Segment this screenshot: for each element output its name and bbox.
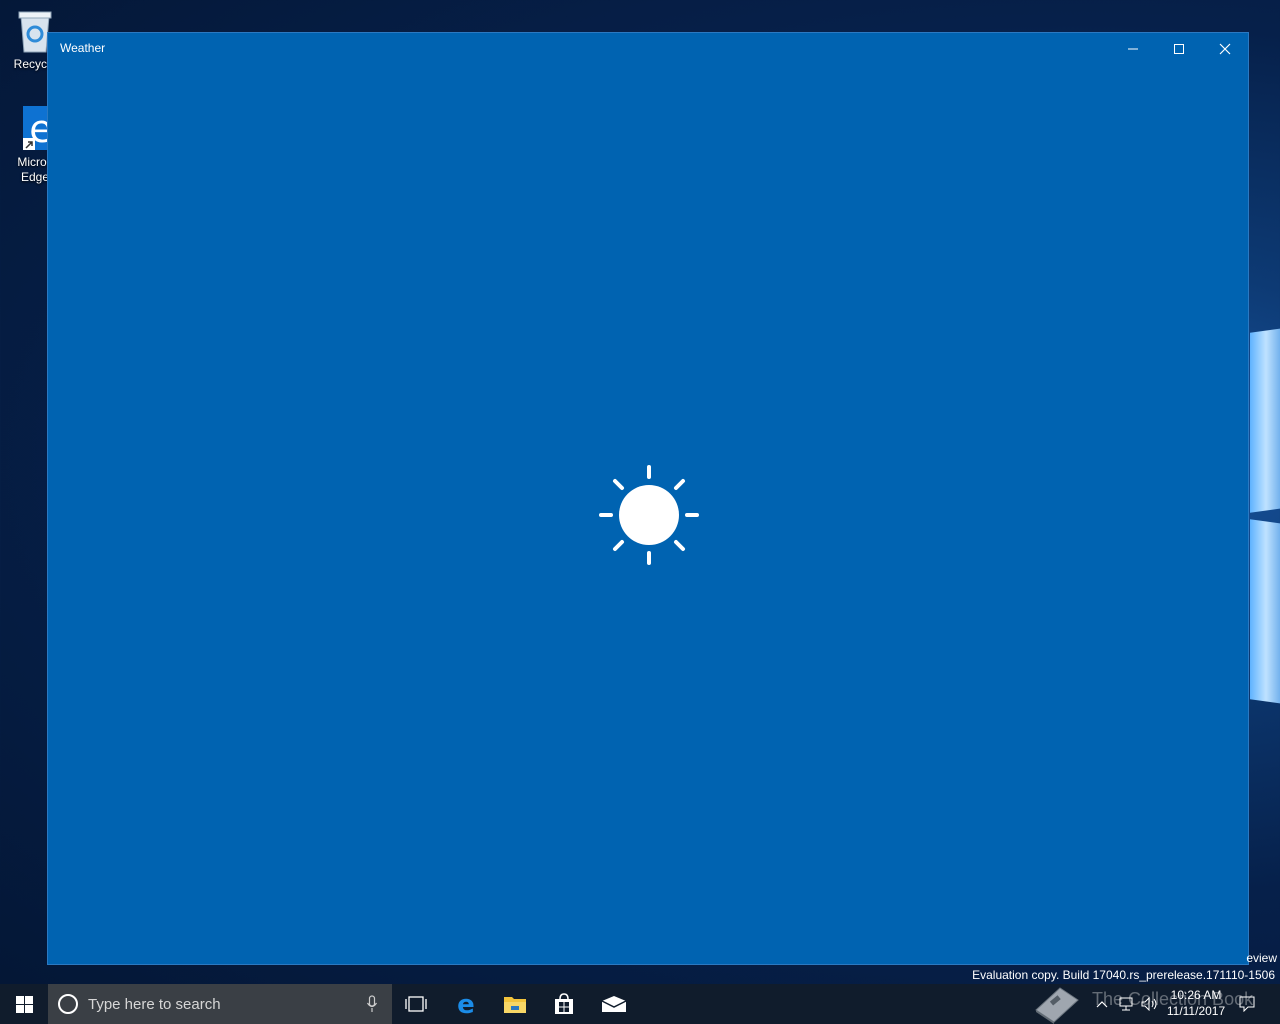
task-view-button[interactable] [392, 984, 440, 1024]
close-button[interactable] [1202, 33, 1248, 64]
weather-window: Weather [47, 32, 1249, 965]
minimize-icon [1128, 48, 1138, 49]
svg-text:e: e [457, 992, 475, 1016]
store-icon [555, 993, 573, 1014]
windows-start-icon [15, 995, 33, 1013]
start-button[interactable] [0, 984, 48, 1024]
brand-text: The Collection Book [1092, 989, 1254, 1009]
cortana-icon [58, 994, 78, 1014]
edge-icon: e [457, 992, 475, 1016]
taskbar-edge-button[interactable]: e [442, 984, 490, 1024]
close-icon [1219, 43, 1231, 54]
watermark-line1: eview [1246, 951, 1277, 965]
watermark-line2: Evaluation copy. Build 17040.rs_prerelea… [972, 968, 1275, 982]
sun-splash-icon [599, 465, 699, 565]
taskbar-file-explorer-button[interactable] [491, 984, 539, 1024]
mail-icon [601, 996, 627, 1012]
taskbar-store-button[interactable] [540, 984, 588, 1024]
folder-icon [504, 997, 526, 1013]
search-placeholder: Type here to search [88, 996, 221, 1013]
window-title: Weather [60, 41, 106, 55]
task-view-icon [405, 996, 427, 1012]
maximize-icon [1174, 43, 1184, 54]
taskbar-mail-button[interactable] [590, 984, 638, 1024]
brand-watermark: The Collection Book [1030, 984, 1280, 1024]
microphone-icon[interactable] [366, 995, 378, 1013]
title-bar[interactable]: Weather [48, 33, 1248, 65]
book-logo-icon [1035, 987, 1079, 1024]
minimize-button[interactable] [1110, 33, 1156, 64]
search-box[interactable]: Type here to search [48, 984, 392, 1024]
maximize-button[interactable] [1156, 33, 1202, 64]
windows-logo-wallpaper [1246, 300, 1280, 720]
